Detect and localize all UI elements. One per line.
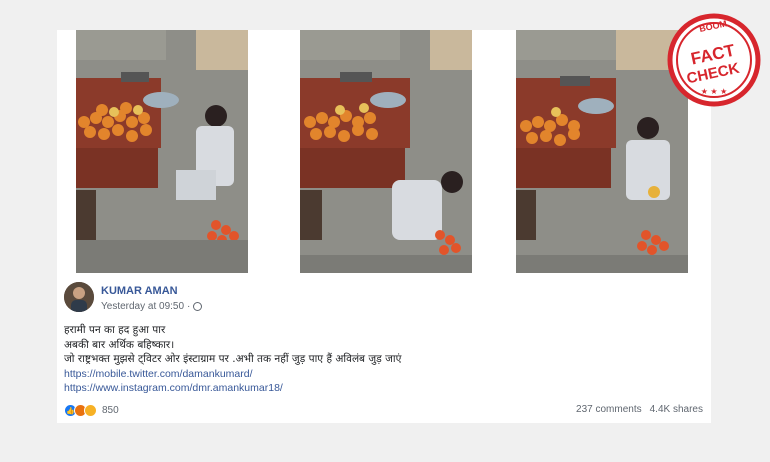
post-text: हरामी पन का हद हुआ पार अबकी बार अर्थिक ब… [64, 323, 401, 396]
twitter-link[interactable]: https://mobile.twitter.com/damankumard/ [64, 367, 401, 382]
post-timestamp[interactable]: Yesterday at 09:50 [101, 301, 184, 312]
post-line: हरामी पन का हद हुआ पार [64, 324, 166, 336]
globe-icon [193, 302, 203, 311]
author-name[interactable]: KUMAR AMAN [101, 285, 178, 297]
instagram-link[interactable]: https://www.instagram.com/dmr.amankumar1… [64, 381, 401, 396]
comments-count[interactable]: 237 comments [576, 404, 642, 415]
reactions-summary[interactable]: 👍 850 [64, 404, 119, 417]
video-frame-3[interactable] [516, 30, 688, 273]
sad-reaction-icon [84, 404, 97, 417]
video-frame-1[interactable] [76, 30, 248, 273]
post-stats: 237 comments 4.4K shares [576, 404, 703, 415]
shares-count[interactable]: 4.4K shares [650, 404, 703, 415]
author-avatar[interactable] [64, 282, 94, 312]
reactions-count: 850 [102, 405, 119, 416]
svg-text:★ ★ ★: ★ ★ ★ [701, 87, 728, 96]
video-frame-2[interactable] [300, 30, 472, 273]
facebook-post-card: KUMAR AMAN Yesterday at 09:50 · हरामी पन… [57, 30, 711, 423]
post-line: जो राष्ट्रभक्त मुझसे ट्विटर ओर इंस्टाग्र… [64, 353, 402, 365]
post-meta: Yesterday at 09:50 · [101, 301, 203, 312]
post-line: अबकी बार अर्थिक बहिष्कार। [64, 338, 175, 351]
fact-check-stamp: BOOM FACT CHECK ★ ★ ★ [664, 10, 764, 110]
